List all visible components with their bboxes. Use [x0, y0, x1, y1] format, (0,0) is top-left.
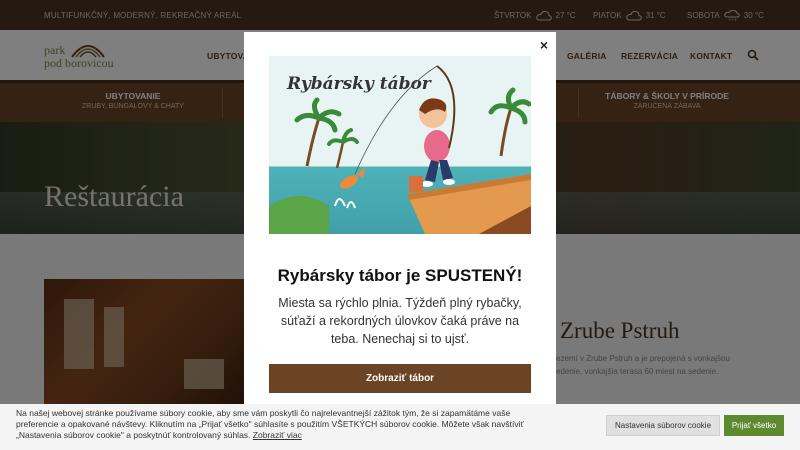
- accept-all-button[interactable]: Prijať všetko: [724, 415, 784, 436]
- fishing-boy-illustration: [269, 65, 531, 234]
- promo-illustration: Rybársky tábor: [269, 56, 531, 234]
- cookie-settings-button[interactable]: Nastavenia súborov cookie: [606, 415, 720, 436]
- cookie-text: Na našej webovej stránke používame súbor…: [16, 408, 536, 441]
- cookie-more-link[interactable]: Zobraziť viac: [253, 430, 302, 440]
- modal-text: Miesta sa rýchlo plnia. Týždeň plný ryba…: [278, 296, 522, 346]
- cookie-banner: Na našej webovej stránke používame súbor…: [0, 404, 800, 450]
- close-icon[interactable]: ×: [540, 38, 548, 52]
- promo-modal: × Rybársky tábor Rybársky tábor je SPUST…: [244, 32, 556, 418]
- show-camp-button[interactable]: Zobraziť tábor: [269, 364, 531, 393]
- modal-title: Rybársky tábor je SPUSTENÝ!: [277, 266, 523, 285]
